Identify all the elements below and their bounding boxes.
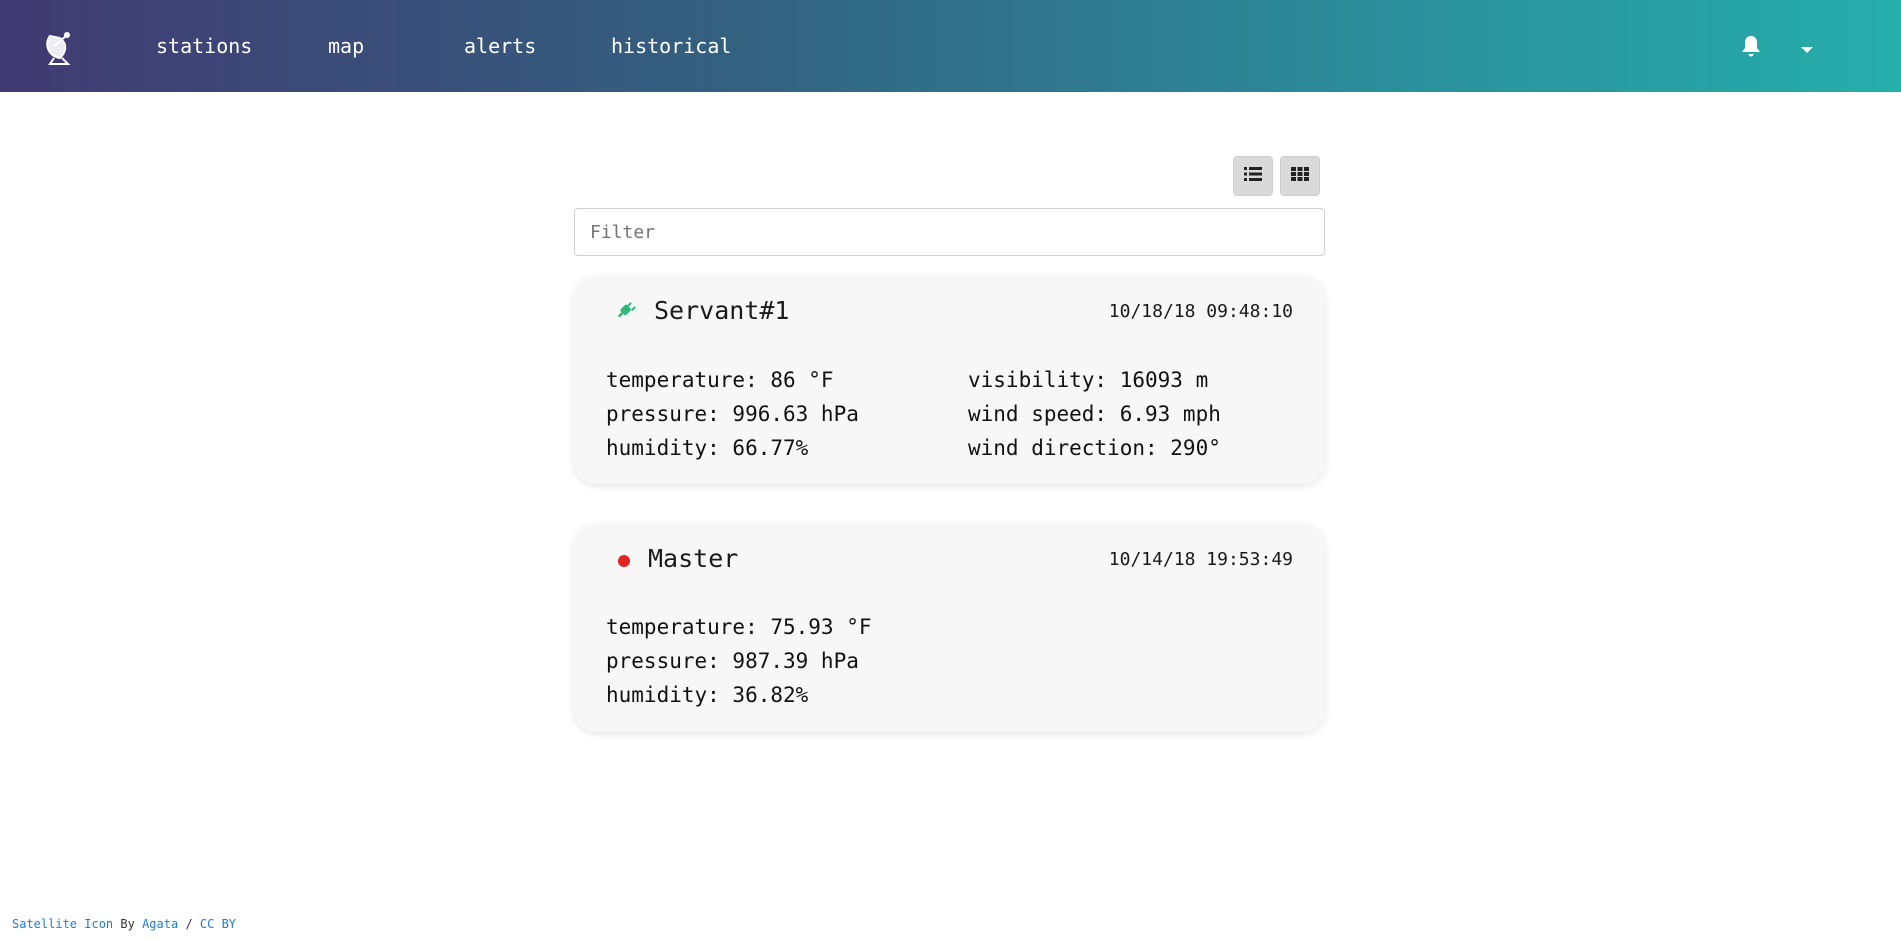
- filter-input[interactable]: [574, 208, 1325, 256]
- nav-stations[interactable]: stations: [156, 32, 252, 60]
- metric-wind-direction: wind direction: 290°: [968, 436, 1221, 460]
- station-card-servant1[interactable]: Servant#1 10/18/18 09:48:10 temperature:…: [574, 276, 1325, 484]
- nav-alerts[interactable]: alerts: [464, 32, 536, 60]
- list-view-button[interactable]: [1233, 156, 1273, 196]
- attribution-footer: Satellite Icon By Agata / CC BY: [12, 916, 236, 932]
- metric-pressure: pressure: 987.39 hPa: [606, 649, 859, 673]
- metric-wind-speed: wind speed: 6.93 mph: [968, 402, 1221, 426]
- grid-icon: [1291, 166, 1309, 186]
- station-name: Master: [648, 544, 739, 573]
- red-dot-icon: [618, 552, 630, 571]
- metric-pressure: pressure: 996.63 hPa: [606, 402, 859, 426]
- station-timestamp: 10/18/18 09:48:10: [1108, 301, 1293, 322]
- metric-temperature: temperature: 75.93 °F: [606, 615, 872, 639]
- plug-icon: [616, 301, 636, 325]
- metric-visibility: visibility: 16093 m: [968, 368, 1209, 392]
- separator: /: [185, 917, 193, 931]
- station-name: Servant#1: [654, 296, 790, 325]
- top-navbar: stations map alerts historical: [0, 0, 1901, 92]
- metric-humidity: humidity: 66.77%: [606, 436, 809, 460]
- station-card-master[interactable]: Master 10/14/18 19:53:49 temperature: 75…: [574, 524, 1325, 732]
- list-icon: [1244, 166, 1262, 186]
- metric-temperature: temperature: 86 °F: [606, 368, 834, 392]
- license-link[interactable]: CC BY: [200, 917, 236, 931]
- nav-historical[interactable]: historical: [611, 32, 731, 60]
- caret-down-icon[interactable]: [1800, 40, 1814, 53]
- bell-icon[interactable]: [1739, 34, 1763, 58]
- grid-view-button[interactable]: [1280, 156, 1320, 196]
- author-link[interactable]: Agata: [142, 917, 178, 931]
- metric-humidity: humidity: 36.82%: [606, 683, 809, 707]
- satellite-icon-link[interactable]: Satellite Icon: [12, 917, 113, 931]
- nav-map[interactable]: map: [328, 32, 364, 60]
- station-timestamp: 10/14/18 19:53:49: [1108, 549, 1293, 570]
- satellite-dish-icon[interactable]: [40, 28, 78, 66]
- by-text: By: [120, 917, 135, 931]
